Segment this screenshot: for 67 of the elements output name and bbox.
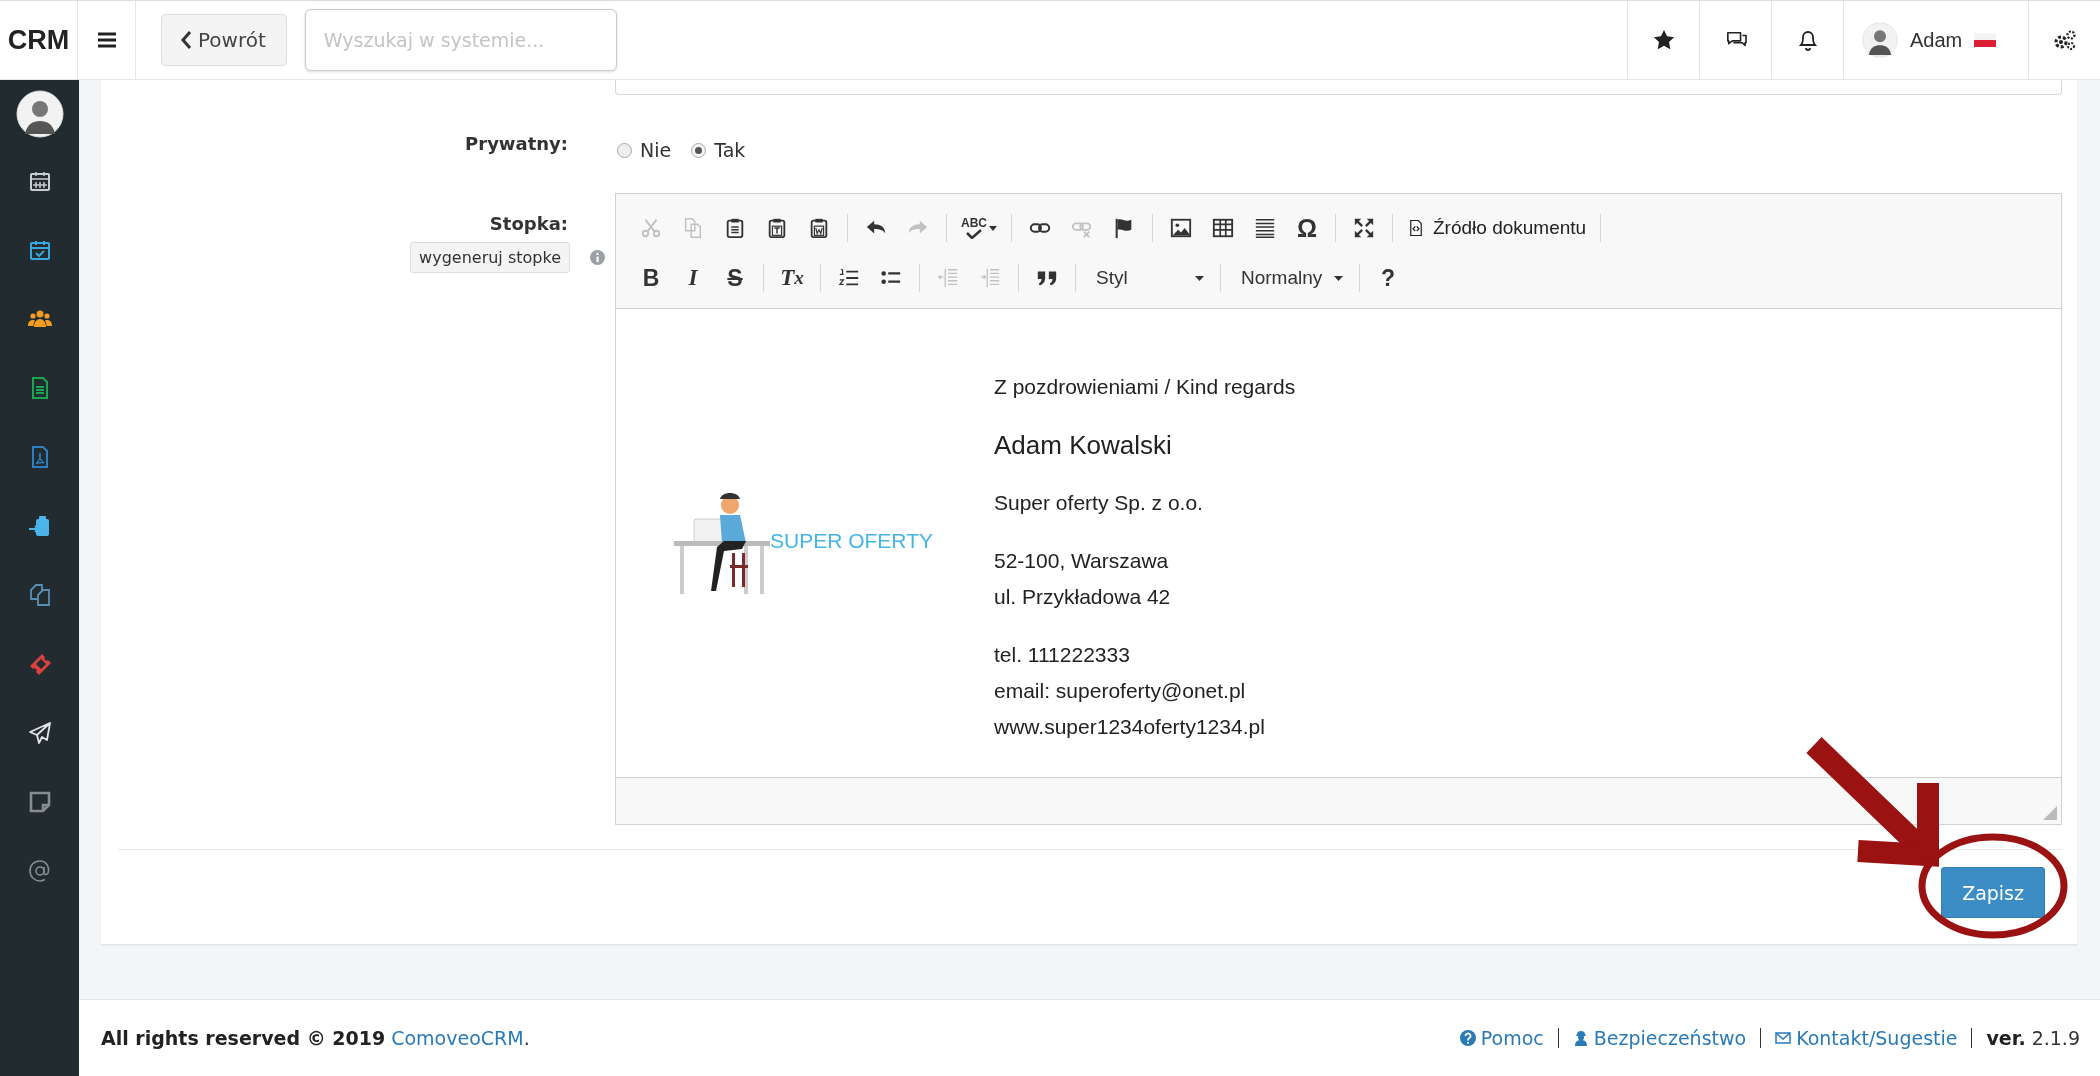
user-icon bbox=[1572, 1030, 1589, 1046]
image-icon[interactable] bbox=[1170, 217, 1192, 239]
dropdown[interactable]: Normalny bbox=[1231, 260, 1349, 296]
signature-text: www.super1234oferty1234.pl bbox=[994, 714, 1266, 740]
format-button[interactable]: S bbox=[717, 260, 753, 296]
signature-text: Z pozdrowieniami / Kind regards bbox=[994, 374, 1296, 400]
caret-icon bbox=[1334, 275, 1343, 281]
paste-word-icon[interactable] bbox=[808, 217, 830, 239]
signature-text: ul. Przykładowa 42 bbox=[994, 584, 1172, 610]
caret-icon bbox=[1195, 275, 1204, 281]
paste-text-icon[interactable] bbox=[766, 217, 788, 239]
chevron-left-icon bbox=[180, 30, 192, 50]
resize-handle-icon[interactable] bbox=[2043, 806, 2057, 820]
radio-label[interactable]: Nie bbox=[640, 139, 672, 161]
flag-icon bbox=[1974, 33, 1997, 47]
dropdown[interactable]: Styl bbox=[1086, 260, 1210, 296]
format-button[interactable]: ? bbox=[1370, 260, 1406, 296]
caret-icon bbox=[989, 225, 997, 231]
radio-button[interactable] bbox=[691, 142, 707, 158]
at-icon[interactable] bbox=[27, 858, 52, 883]
check-icon bbox=[964, 229, 984, 239]
avatar-icon[interactable] bbox=[15, 90, 64, 138]
note-icon[interactable] bbox=[27, 789, 52, 814]
star-icon[interactable] bbox=[1652, 29, 1675, 51]
user-name[interactable]: Adam bbox=[1910, 28, 1963, 52]
back-button[interactable]: Powrót bbox=[161, 14, 287, 66]
spellcheck-button[interactable]: ABC bbox=[957, 210, 1001, 246]
version-text: ver. 2.1.9 bbox=[1986, 1027, 2080, 1049]
signature-name: Adam Kowalski bbox=[994, 429, 1173, 462]
help-icon bbox=[1459, 1030, 1476, 1046]
paste-icon[interactable] bbox=[724, 217, 746, 239]
field-label: Prywatny: bbox=[465, 133, 568, 154]
field-label: Stopka: bbox=[489, 213, 568, 234]
signature-text: Super oferty Sp. z o.o. bbox=[994, 490, 1204, 516]
search-field[interactable]: Wyszukaj w systemie... bbox=[304, 9, 617, 71]
menu-icon[interactable] bbox=[96, 31, 117, 49]
signature-text: tel. 111222333 bbox=[994, 642, 1131, 668]
copyright-text: All rights reserved © 2019 ComoveoCRM. bbox=[101, 1027, 530, 1049]
signature-text: 52-100, Warszawa bbox=[994, 548, 1170, 574]
company-link[interactable]: ComoveoCRM bbox=[391, 1027, 524, 1049]
footer-link[interactable]: Pomoc bbox=[1459, 1027, 1544, 1049]
format-button[interactable]: Ω bbox=[1289, 210, 1325, 246]
settings-icon[interactable] bbox=[2052, 29, 2077, 51]
envelope-icon bbox=[1775, 1030, 1792, 1046]
paper-plane-icon[interactable] bbox=[27, 720, 52, 745]
bell-icon[interactable] bbox=[1797, 29, 1818, 51]
footer-link[interactable]: Kontakt/Sugestie bbox=[1775, 1027, 1958, 1049]
radio-label[interactable]: Tak bbox=[714, 139, 746, 161]
format-button[interactable]: B bbox=[633, 260, 669, 296]
info-icon[interactable] bbox=[590, 250, 605, 265]
table-icon[interactable] bbox=[1212, 217, 1234, 239]
signature-text: email: superoferty@onet.pl bbox=[994, 678, 1247, 704]
maximize-icon[interactable] bbox=[1353, 217, 1375, 239]
source-button[interactable]: Źródło dokumentu bbox=[1403, 210, 1591, 246]
source-document-icon bbox=[1407, 218, 1425, 238]
radio-button[interactable] bbox=[617, 142, 632, 158]
app-logo: CRM bbox=[0, 0, 78, 80]
footer-link[interactable]: Bezpieczeństwo bbox=[1572, 1027, 1747, 1049]
save-button[interactable]: Zapisz bbox=[1941, 867, 2045, 918]
text-field[interactable] bbox=[615, 80, 2062, 95]
generate-button[interactable]: wygeneruj stopke bbox=[410, 242, 570, 273]
logo-text: SUPER OFERTY bbox=[770, 529, 933, 553]
horizontal-rule-icon[interactable] bbox=[1254, 217, 1276, 239]
clipboard-icon[interactable] bbox=[27, 513, 52, 538]
avatar-icon[interactable] bbox=[1862, 22, 1898, 58]
copies-icon[interactable] bbox=[27, 582, 52, 607]
format-button[interactable]: I bbox=[675, 260, 711, 296]
